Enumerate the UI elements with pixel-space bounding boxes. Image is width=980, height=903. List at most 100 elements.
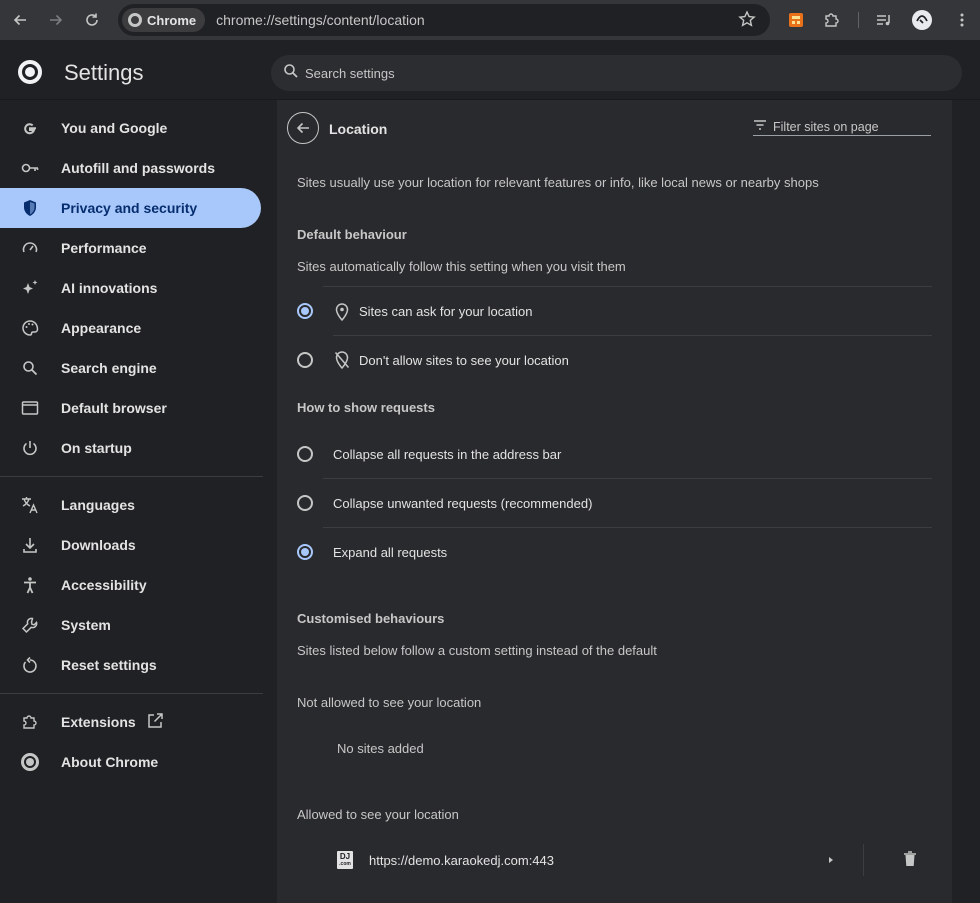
sidebar-item-appearance[interactable]: Appearance (0, 308, 261, 348)
url-text[interactable]: chrome://settings/content/location (216, 12, 425, 28)
chrome-icon (20, 752, 40, 772)
shield-icon (20, 198, 40, 218)
sidebar-item-autofill[interactable]: Autofill and passwords (0, 148, 261, 188)
sidebar-item-search-engine[interactable]: Search engine (0, 348, 261, 388)
page-title: Settings (64, 60, 144, 85)
filter-icon (753, 118, 767, 136)
row-divider (323, 286, 932, 287)
puzzle-icon (20, 712, 40, 732)
radio-button[interactable] (297, 352, 313, 368)
sidebar-item-privacy[interactable]: Privacy and security (0, 188, 261, 228)
site-chip[interactable]: Chrome (122, 8, 206, 32)
delete-trash-icon[interactable] (903, 851, 917, 872)
sidebar-item-on-startup[interactable]: On startup (0, 428, 261, 468)
power-icon (20, 438, 40, 458)
site-url[interactable]: https://demo.karaokedj.com:443 (369, 853, 554, 868)
sidebar-item-label: Appearance (61, 320, 142, 336)
sidebar-item-label: System (61, 617, 111, 633)
sidebar-item-system[interactable]: System (0, 605, 261, 645)
site-chip-label: Chrome (147, 12, 197, 28)
search-settings-box[interactable] (271, 55, 962, 91)
sidebar-item-languages[interactable]: Languages (0, 485, 261, 525)
settings-header: Settings (0, 40, 980, 100)
allowed-heading: Allowed to see your location (297, 807, 459, 822)
sidebar-item-label: Downloads (61, 537, 136, 553)
no-sites-added-text: No sites added (337, 741, 424, 756)
sidebar-divider (0, 693, 263, 694)
sidebar-item-about-chrome[interactable]: About Chrome (0, 742, 261, 782)
sidebar-item-ai-innovations[interactable]: AI innovations (0, 268, 261, 308)
speedometer-icon (20, 238, 40, 258)
extension-app-icon[interactable] (778, 2, 814, 38)
external-link-icon (146, 712, 164, 733)
sidebar-item-label: Autofill and passwords (61, 160, 216, 176)
sidebar-item-label: You and Google (61, 120, 168, 136)
toolbar-divider (858, 12, 859, 28)
sidebar-item-you-and-google[interactable]: You and Google (0, 108, 261, 148)
row-divider (323, 478, 932, 479)
radio-button[interactable] (297, 544, 313, 560)
radio-label: Collapse all requests in the address bar (333, 447, 562, 462)
row-divider (323, 527, 932, 528)
sidebar-item-performance[interactable]: Performance (0, 228, 261, 268)
location-title: Location (329, 121, 388, 137)
sidebar-item-label: Reset settings (61, 657, 157, 673)
radio-label: Expand all requests (333, 545, 448, 560)
filter-sites-input[interactable]: Filter sites on page (753, 118, 931, 136)
location-description: Sites usually use your location for rele… (297, 175, 819, 190)
sidebar-item-label: AI innovations (61, 280, 158, 296)
browser-window-icon (20, 398, 40, 418)
sidebar-item-label: Search engine (61, 360, 157, 376)
sidebar-item-extensions[interactable]: Extensions (0, 702, 261, 742)
sidebar-item-label: Extensions (61, 714, 136, 730)
chrome-logo-icon (18, 60, 42, 84)
sidebar-item-label: On startup (61, 440, 132, 456)
back-icon[interactable] (2, 2, 38, 38)
location-settings-card: Location Filter sites on page Sites usua… (277, 100, 952, 903)
radio-label: Sites can ask for your location (359, 304, 533, 319)
back-arrow-icon (296, 122, 309, 134)
customised-behaviours-heading: Customised behaviours (297, 611, 445, 626)
sidebar-item-label: Accessibility (61, 577, 147, 593)
search-input[interactable] (305, 65, 905, 81)
radio-button[interactable] (297, 303, 313, 319)
menu-kebab-icon[interactable] (944, 2, 980, 38)
chrome-icon (128, 13, 142, 27)
location-off-icon (334, 351, 350, 374)
sidebar-item-label: About Chrome (61, 754, 159, 770)
sidebar-item-label: Performance (61, 240, 147, 256)
back-arrow-button[interactable] (287, 112, 319, 144)
reset-icon (20, 655, 40, 675)
forward-icon[interactable] (38, 2, 74, 38)
radio-button[interactable] (297, 495, 313, 511)
accessibility-icon (20, 575, 40, 595)
sidebar-item-reset[interactable]: Reset settings (0, 645, 261, 685)
reload-icon[interactable] (74, 2, 110, 38)
profile-avatar[interactable] (904, 2, 940, 38)
wrench-icon (20, 615, 40, 635)
sidebar-item-accessibility[interactable]: Accessibility (0, 565, 261, 605)
chevron-right-icon[interactable] (825, 852, 837, 873)
sidebar-item-default-browser[interactable]: Default browser (0, 388, 261, 428)
filter-placeholder: Filter sites on page (773, 119, 879, 134)
puzzle-icon[interactable] (814, 2, 850, 38)
sparkle-icon (20, 278, 40, 298)
location-pin-icon (335, 303, 349, 326)
sidebar-item-downloads[interactable]: Downloads (0, 525, 261, 565)
not-allowed-heading: Not allowed to see your location (297, 695, 482, 710)
search-icon (283, 63, 299, 84)
radio-label: Don't allow sites to see your location (359, 353, 569, 368)
sidebar-item-label: Default browser (61, 400, 167, 416)
row-separator (863, 844, 864, 876)
sidebar-nav: You and Google Autofill and passwords Pr… (0, 108, 270, 782)
requests-heading: How to show requests (297, 400, 435, 415)
row-divider (333, 335, 932, 336)
google-g-icon (20, 118, 40, 138)
address-bar[interactable]: Chrome chrome://settings/content/locatio… (118, 4, 770, 36)
download-icon (20, 535, 40, 555)
customised-behaviours-subtext: Sites listed below follow a custom setti… (297, 643, 657, 658)
radio-button[interactable] (297, 446, 313, 462)
bookmark-star-icon[interactable] (738, 10, 756, 33)
default-behaviour-heading: Default behaviour (297, 227, 407, 242)
reading-list-icon[interactable] (866, 2, 902, 38)
